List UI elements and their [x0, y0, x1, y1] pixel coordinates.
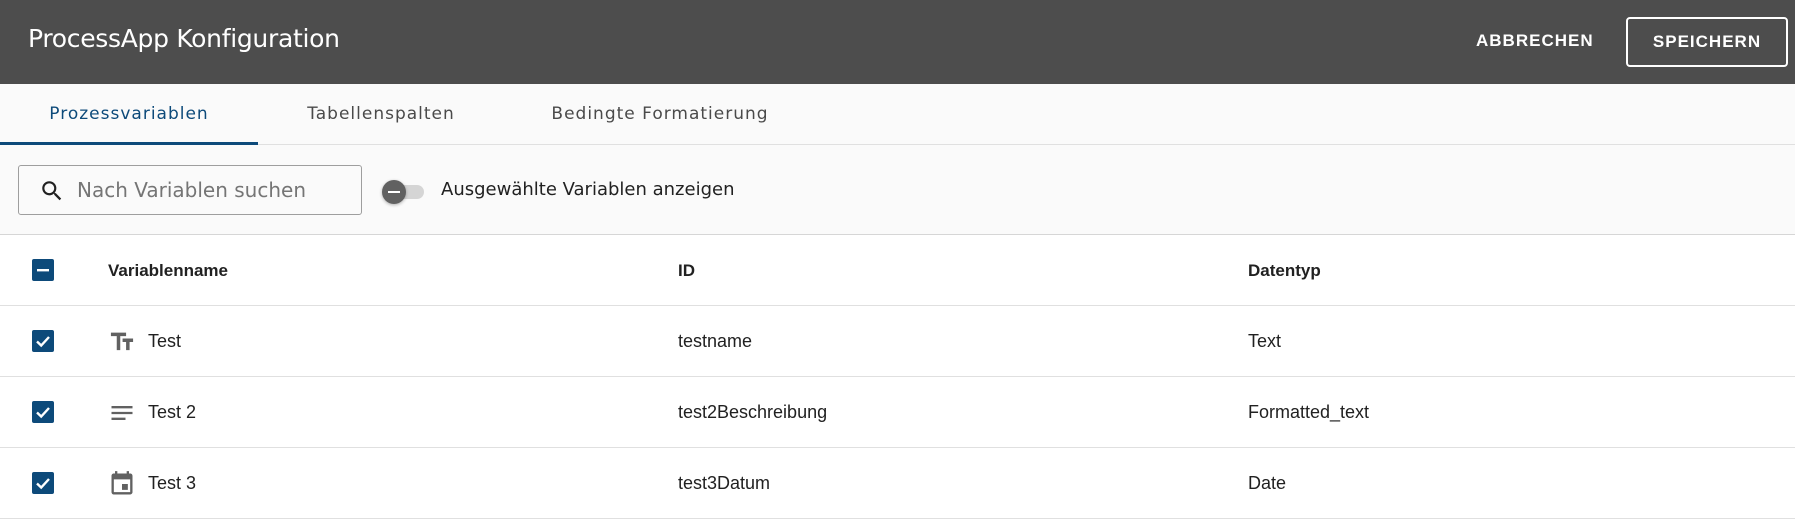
search-icon: [42, 181, 62, 201]
calendar-icon: [111, 471, 133, 495]
variables-table: Variablenname ID Datentyp Test testname …: [0, 235, 1795, 519]
table-row[interactable]: Test testname Text: [0, 306, 1795, 377]
toggle-knob: [382, 180, 406, 204]
tab-bar: Prozessvariablen Tabellenspalten Bedingt…: [0, 84, 1795, 145]
app-header: ProcessApp Konfiguration ABBRECHEN SPEIC…: [0, 0, 1795, 84]
text-fields-icon: [110, 332, 134, 351]
indeterminate-icon: [37, 269, 49, 272]
variable-name: Test 2: [148, 402, 197, 422]
search-input[interactable]: [77, 174, 347, 206]
search-field[interactable]: [18, 165, 362, 215]
variable-id: testname: [678, 331, 753, 351]
tab-bedingte-formatierung[interactable]: Bedingte Formatierung: [504, 84, 816, 145]
row-checkbox[interactable]: [32, 472, 54, 494]
cancel-button[interactable]: ABBRECHEN: [1460, 24, 1610, 58]
check-icon: [36, 407, 50, 419]
filter-toolbar: Ausgewählte Variablen anzeigen: [0, 145, 1795, 235]
tab-tabellenspalten[interactable]: Tabellenspalten: [258, 84, 504, 145]
check-icon: [36, 478, 50, 490]
check-icon: [36, 336, 50, 348]
table-row[interactable]: Test 2 test2Beschreibung Formatted_text: [0, 377, 1795, 448]
column-header-name[interactable]: Variablenname: [108, 235, 228, 306]
column-header-id[interactable]: ID: [678, 235, 695, 306]
toggle-label: Ausgewählte Variablen anzeigen: [441, 179, 735, 200]
notes-icon: [111, 406, 133, 420]
variable-name: Test 3: [148, 473, 197, 493]
variable-id: test2Beschreibung: [678, 402, 828, 422]
table-row[interactable]: Test 3 test3Datum Date: [0, 448, 1795, 519]
variable-id: test3Datum: [678, 473, 771, 493]
variable-name: Test: [148, 331, 182, 351]
save-button[interactable]: SPEICHERN: [1626, 17, 1788, 67]
row-checkbox[interactable]: [32, 330, 54, 352]
tab-prozessvariablen[interactable]: Prozessvariablen: [0, 84, 258, 145]
variable-type: Formatted_text: [1248, 402, 1370, 422]
table-header: Variablenname ID Datentyp: [0, 235, 1795, 306]
column-header-type[interactable]: Datentyp: [1248, 235, 1321, 306]
variable-type: Date: [1248, 473, 1287, 493]
variable-type: Text: [1248, 331, 1282, 351]
select-all-checkbox[interactable]: [32, 259, 54, 281]
show-selected-toggle[interactable]: [382, 180, 428, 204]
page-title: ProcessApp Konfiguration: [28, 24, 340, 53]
row-checkbox[interactable]: [32, 401, 54, 423]
